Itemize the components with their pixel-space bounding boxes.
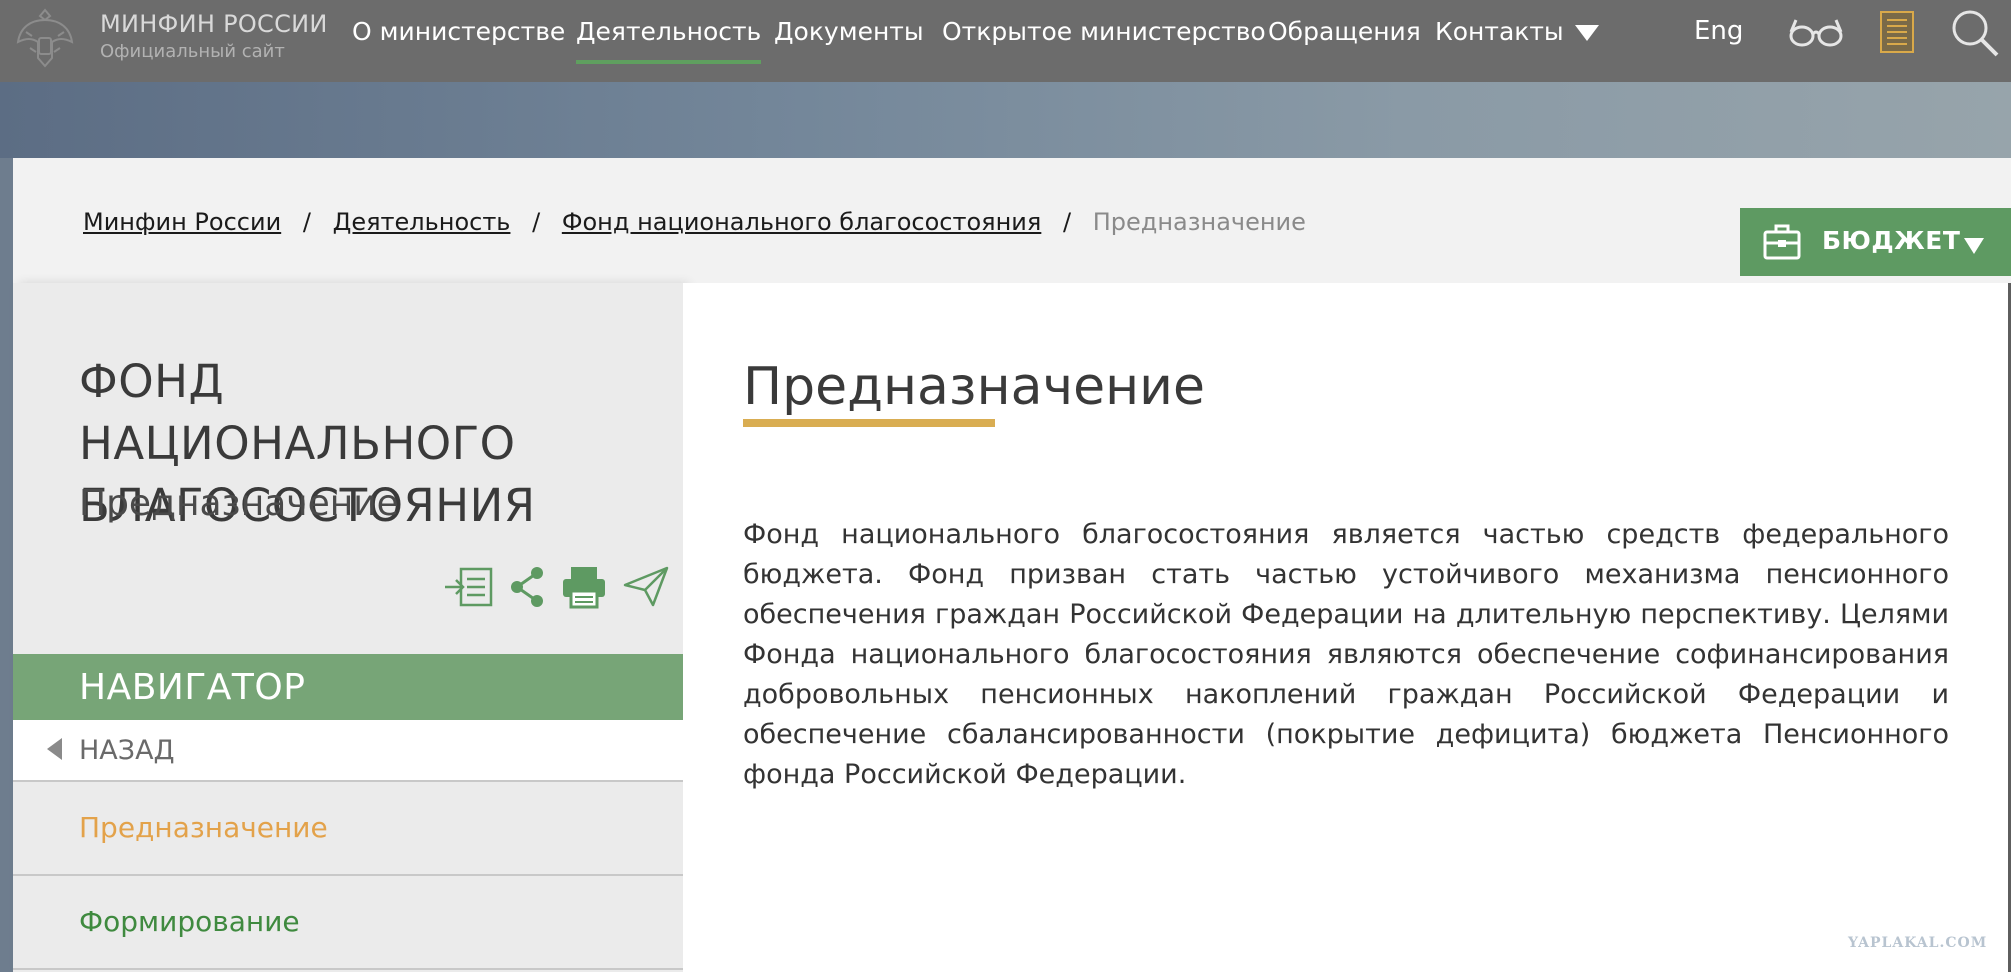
breadcrumb-separator: /: [302, 208, 311, 236]
nav-item-activity[interactable]: Деятельность: [576, 17, 762, 64]
body-text: Фонд национального благосостояния являет…: [743, 519, 1949, 790]
breadcrumb: Минфин России / Деятельность / Фонд наци…: [83, 208, 1306, 236]
nav-item-open-ministry[interactable]: Открытое министерство: [942, 17, 1266, 46]
sidebar-item-label: Предназначение: [79, 811, 328, 844]
breadcrumb-link-fund[interactable]: Фонд национального благосостояния: [562, 208, 1042, 236]
sidebar-item-purpose[interactable]: Предназначение: [13, 784, 683, 876]
back-arrow-icon: [47, 738, 62, 760]
navigator-header: НАВИГАТОР: [13, 654, 683, 720]
budget-button[interactable]: БЮДЖЕТ: [1740, 208, 2011, 276]
site-subtitle: Официальный сайт: [100, 41, 285, 62]
budget-button-label: БЮДЖЕТ: [1822, 226, 1961, 255]
coat-of-arms-icon[interactable]: [12, 2, 78, 72]
back-link[interactable]: НАЗАД: [13, 720, 683, 782]
breadcrumb-current: Предназначение: [1092, 208, 1306, 236]
top-navigation-bar: МИНФИН РОССИИ Официальный сайт О министе…: [0, 0, 2011, 82]
site-title[interactable]: МИНФИН РОССИИ: [100, 10, 328, 38]
navigator-label: НАВИГАТОР: [79, 667, 306, 708]
eye-glasses-icon[interactable]: [1788, 14, 1844, 50]
breadcrumb-separator: /: [532, 208, 541, 236]
back-link-label: НАЗАД: [79, 735, 175, 766]
sidebar-item-label: Формирование: [79, 905, 300, 938]
nav-item-documents[interactable]: Документы: [774, 17, 924, 46]
share-icon[interactable]: [509, 565, 545, 609]
chevron-down-icon: [1964, 238, 1984, 254]
breadcrumb-link-activity[interactable]: Деятельность: [333, 208, 511, 236]
search-icon[interactable]: [1950, 8, 2000, 58]
sidebar-subtitle: Предназначение: [79, 483, 399, 524]
page-title: Предназначение: [743, 357, 1205, 417]
breadcrumb-link-home[interactable]: Минфин России: [83, 208, 281, 236]
briefcase-icon: [1763, 224, 1801, 260]
nav-item-contacts[interactable]: Контакты: [1435, 17, 1564, 46]
export-icon[interactable]: [443, 565, 495, 609]
language-switch[interactable]: Eng: [1694, 16, 1743, 46]
print-icon[interactable]: [561, 565, 607, 609]
sidebar-item-formation[interactable]: Формирование: [13, 878, 683, 970]
breadcrumb-separator: /: [1062, 208, 1072, 236]
watermark: YAPLAKAL.COM: [1848, 935, 1988, 951]
hero-banner: [0, 82, 2011, 158]
chevron-down-icon[interactable]: [1575, 25, 1599, 41]
send-icon[interactable]: [623, 565, 669, 609]
document-icon[interactable]: [1879, 10, 1915, 54]
title-underline: [743, 419, 995, 427]
sidebar: ФОНД НАЦИОНАЛЬНОГО БЛАГОСОСТОЯНИЯ Предна…: [13, 283, 683, 972]
nav-item-appeals[interactable]: Обращения: [1268, 17, 1421, 46]
nav-item-about[interactable]: О министерстве: [352, 17, 565, 46]
main-content: Предназначение Фонд национального благос…: [683, 283, 2011, 972]
